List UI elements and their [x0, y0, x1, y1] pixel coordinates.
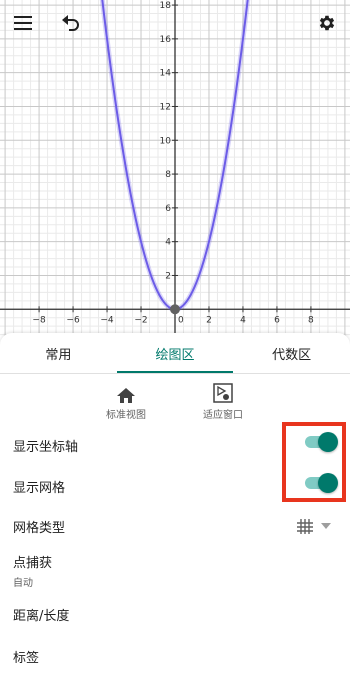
x-tick-label: 8: [308, 315, 314, 325]
highlight-box: [282, 422, 346, 502]
y-tick-label: 16: [160, 35, 172, 45]
graph-svg[interactable]: −8 −6 −4 −2 2 4 6 8 0 2 4 6 8 10 12 14 16 18: [0, 0, 350, 338]
tab-bar: 常用 绘图区 代数区: [0, 333, 350, 373]
y-tick-label: 14: [160, 69, 172, 79]
settings-button[interactable]: [312, 8, 342, 38]
y-tick-label: 4: [165, 238, 171, 248]
menu-button[interactable]: [8, 8, 38, 38]
fit-window-label: 适应窗口: [203, 410, 243, 421]
point-capture-value: 自动: [13, 578, 33, 589]
x-tick-label: 6: [274, 315, 280, 325]
point-capture-row[interactable]: 点捕获 自动: [13, 552, 337, 589]
y-tick-label: 10: [160, 136, 172, 146]
axes: [0, 0, 350, 338]
y-tick-label: 18: [160, 1, 172, 11]
grid-type-row[interactable]: 网格类型: [13, 517, 337, 536]
settings-panel: 常用 绘图区 代数区 标准视图 适应窗口: [0, 333, 350, 684]
x-tick-label: 2: [206, 315, 212, 325]
tab-algebra[interactable]: 代数区: [233, 333, 350, 373]
fit-window-button[interactable]: 适应窗口: [188, 383, 258, 421]
distance-row[interactable]: 距离/长度: [13, 605, 337, 624]
point-capture-label: 点捕获: [13, 556, 53, 571]
tick-labels: −8 −6 −4 −2 2 4 6 8 0 2 4 6 8 10 12 14 16 18: [32, 1, 314, 325]
grid-icon: [297, 518, 313, 534]
distance-label: 距离/长度: [13, 609, 70, 624]
grid-type-selector[interactable]: [297, 518, 337, 534]
undo-icon: [62, 15, 79, 31]
home-icon: [117, 388, 135, 403]
origin-point-dot: [170, 304, 180, 315]
y-tick-label: 2: [165, 271, 171, 281]
x-tick-label: −6: [66, 315, 80, 325]
y-tick-label: 8: [165, 170, 171, 180]
standard-view-label: 标准视图: [106, 410, 146, 421]
origin-point[interactable]: [170, 304, 180, 315]
standard-view-button[interactable]: 标准视图: [91, 383, 161, 421]
fit-window-icon: [213, 383, 233, 403]
y-tick-label: 12: [160, 102, 171, 112]
tab-graphics[interactable]: 绘图区: [117, 333, 234, 373]
undo-button[interactable]: [56, 8, 86, 38]
menu-icon: [14, 16, 32, 30]
y-tick-label: 6: [165, 204, 171, 214]
labels-row[interactable]: 标签: [13, 647, 337, 666]
tab-common[interactable]: 常用: [0, 333, 117, 373]
x-tick-label: −2: [134, 315, 147, 325]
graph-canvas[interactable]: −8 −6 −4 −2 2 4 6 8 0 2 4 6 8 10 12 14 16 18: [0, 0, 350, 338]
gear-icon: [319, 15, 335, 31]
x-tick-label: 4: [240, 315, 246, 325]
x-tick-label: 0: [178, 315, 184, 325]
grid-type-label: 网格类型: [13, 521, 66, 536]
x-tick-label: −8: [32, 315, 46, 325]
chevron-down-icon: [321, 523, 331, 529]
labels-label: 标签: [13, 651, 40, 666]
x-tick-label: −4: [100, 315, 114, 325]
tabs-divider: [0, 373, 350, 374]
